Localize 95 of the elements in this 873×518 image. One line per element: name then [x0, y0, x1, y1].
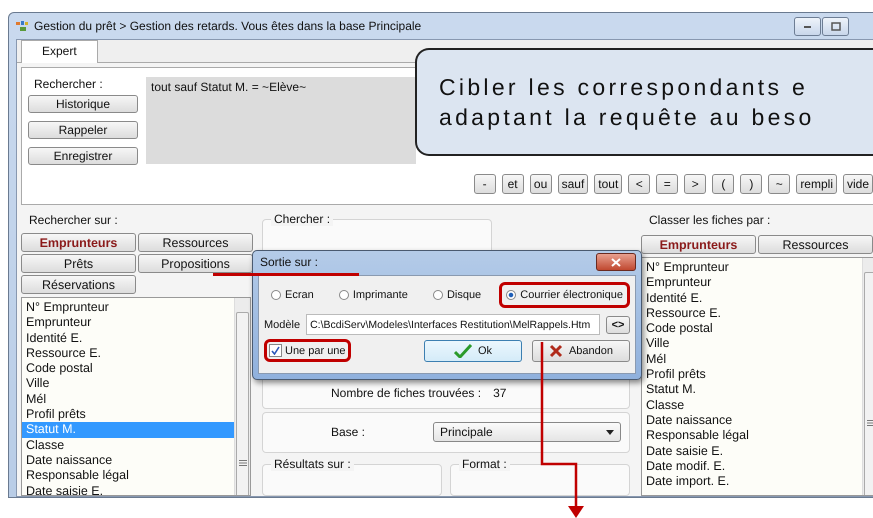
radio-option[interactable]: Courrier électronique — [506, 289, 623, 301]
minimize-button[interactable] — [794, 16, 821, 36]
list-item[interactable]: Mél — [642, 352, 862, 368]
dialog-title: Sortie sur : — [260, 255, 318, 269]
tab[interactable]: Expert — [21, 40, 98, 63]
list-item[interactable]: Identité E. — [642, 290, 862, 306]
category-button[interactable]: Emprunteurs — [641, 235, 756, 254]
radio-button[interactable] — [338, 290, 349, 300]
operator-button[interactable]: > — [684, 174, 706, 194]
checkbox[interactable] — [269, 344, 282, 357]
operator-button[interactable]: vide — [842, 174, 873, 194]
list-item[interactable]: Ville — [642, 336, 862, 352]
count-label: Nombre de fiches trouvées : — [331, 386, 482, 400]
checkmark-icon — [454, 344, 472, 358]
list-item[interactable]: Date modif. E. — [642, 458, 862, 474]
scrollbar[interactable] — [234, 298, 250, 495]
cancel-button[interactable]: Abandon — [532, 340, 630, 362]
base-dropdown[interactable]: Principale — [433, 422, 621, 442]
list-item[interactable]: Date naissance — [642, 412, 862, 428]
list-item[interactable]: Responsable légal — [22, 468, 234, 484]
operator-button[interactable]: - — [474, 174, 496, 194]
radio-option[interactable]: Disque — [432, 289, 482, 301]
list-item[interactable]: Date naissance — [22, 452, 234, 468]
window-title: Gestion du prêt > Gestion des retards. Vous êtes dans la base Principale — [34, 19, 422, 33]
group-title: Format : — [459, 457, 510, 471]
count-value: 37 — [493, 386, 506, 400]
callout-text: adaptant la requête au beso — [439, 104, 815, 130]
operator-button[interactable]: rempli — [796, 174, 837, 194]
radio-option[interactable]: Imprimante — [338, 289, 408, 301]
app-logo-icon — [15, 20, 29, 32]
radio-option[interactable]: Ecran — [271, 289, 314, 301]
operator-button[interactable]: ou — [530, 174, 552, 194]
query-button[interactable]: Rappeler — [28, 121, 138, 139]
radio-button[interactable] — [506, 290, 516, 300]
list-item[interactable]: Profil prêts — [642, 367, 862, 382]
caret-icon — [606, 430, 614, 435]
list-item[interactable]: N° Emprunteur — [642, 260, 862, 276]
group-title: Résultats sur : — [271, 457, 354, 471]
grip-icon — [238, 460, 246, 466]
close-button[interactable] — [596, 253, 636, 271]
minimize-icon — [803, 23, 812, 29]
list-item[interactable]: Statut M. — [642, 382, 862, 398]
operator-button[interactable]: ~ — [768, 174, 790, 194]
operator-button[interactable]: tout — [594, 174, 622, 194]
query-button[interactable]: Enregistrer — [28, 147, 138, 165]
group-title: Classer les fiches par : — [648, 213, 772, 229]
group-title: Rechercher sur : — [28, 213, 119, 229]
list-item[interactable]: Classe — [642, 398, 862, 413]
maximize-button[interactable] — [822, 16, 849, 36]
close-icon — [611, 258, 621, 266]
category-button[interactable]: Réservations — [21, 275, 136, 294]
list-item[interactable]: Emprunteur — [22, 315, 234, 331]
base-label: Base : — [330, 425, 366, 440]
list-item[interactable]: Date saisie E. — [22, 484, 234, 495]
list-item[interactable]: Ressource E. — [642, 306, 862, 322]
operator-button[interactable]: ) — [740, 174, 762, 194]
template-path-field[interactable]: C:\BcdiServ\Modeles\Interfaces Restitution\MelRappels.Htm — [306, 314, 600, 335]
list-item[interactable]: N° Emprunteur — [22, 300, 234, 316]
list-item[interactable]: Profil prêts — [22, 407, 234, 422]
cross-icon — [548, 344, 563, 358]
search-label: Rechercher : — [33, 77, 104, 91]
category-button[interactable]: Ressources — [758, 235, 873, 254]
list-item[interactable]: Mél — [22, 392, 234, 408]
operator-button[interactable]: sauf — [558, 174, 588, 194]
list-item[interactable]: Identité E. — [22, 330, 234, 346]
group-title: Chercher : — [271, 212, 334, 226]
category-button[interactable]: Prêts — [21, 254, 136, 273]
operator-button[interactable]: ( — [712, 174, 734, 194]
list-item[interactable]: Code postal — [642, 321, 862, 336]
maximize-icon — [830, 22, 840, 30]
list-item[interactable]: Responsable légal — [642, 428, 862, 444]
list-item[interactable]: Classe — [22, 438, 234, 453]
operator-button[interactable]: < — [628, 174, 650, 194]
list-item[interactable]: Code postal — [22, 361, 234, 376]
list-item[interactable]: Ville — [22, 376, 234, 392]
radio-button[interactable] — [271, 290, 281, 300]
ok-button[interactable]: Ok — [424, 340, 522, 362]
operator-button[interactable]: et — [502, 174, 524, 194]
one-by-one-checkbox[interactable]: Une par une — [269, 344, 346, 357]
list-item[interactable]: Date import. E. — [642, 474, 862, 490]
query-field[interactable]: tout sauf Statut M. = ~Elève~ — [146, 77, 416, 164]
list-item[interactable]: Ressource E. — [22, 346, 234, 362]
list-item[interactable]: Date saisie E. — [642, 444, 862, 459]
category-button[interactable]: Propositions — [138, 254, 253, 273]
operator-button[interactable]: = — [656, 174, 678, 194]
radio-button[interactable] — [432, 290, 443, 300]
category-button[interactable]: Emprunteurs — [21, 233, 136, 252]
template-label: Modèle — [264, 318, 300, 330]
check-icon — [271, 346, 280, 355]
query-button[interactable]: Historique — [28, 95, 138, 113]
callout-text: Cibler les correspondants e — [439, 74, 808, 100]
browse-button[interactable]: <> — [606, 316, 630, 334]
category-button[interactable]: Ressources — [138, 233, 253, 252]
grip-icon — [866, 420, 873, 426]
list-item[interactable]: Emprunteur — [642, 275, 862, 291]
